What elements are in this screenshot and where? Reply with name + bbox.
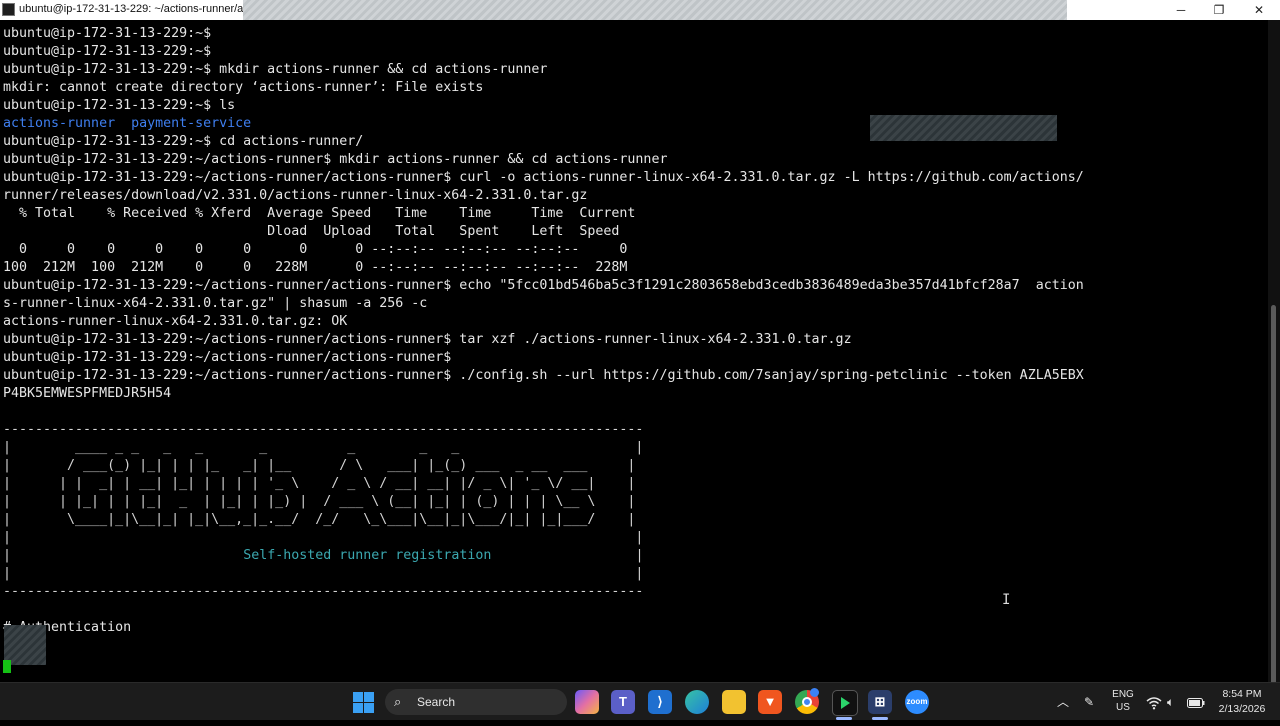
terminal-line: ubuntu@ip-172-31-13-229:~/actions-runner… (3, 332, 852, 347)
system-clock[interactable]: 8:54 PM 2/13/2026 (1212, 687, 1272, 725)
redacted-region (870, 115, 1057, 141)
terminal-app-icon[interactable] (832, 690, 858, 716)
file-explorer-icon[interactable] (722, 690, 746, 714)
banner-border: ----------------------------------------… (3, 584, 644, 599)
language-indicator[interactable]: ENG US (1108, 688, 1138, 726)
chevron-up-icon[interactable]: ︿ (1057, 683, 1069, 721)
restore-button[interactable]: ❐ (1200, 0, 1238, 20)
region-code: US (1116, 702, 1130, 713)
search-label: Search (417, 695, 456, 709)
banner-ascii-line: | / ___(_) |_| | | |_ _| |__ / \ ___| |_… (3, 458, 636, 473)
terminal-app-icon (2, 3, 15, 16)
directory-entry: payment-service (131, 116, 252, 131)
terminal-line: ubuntu@ip-172-31-13-229:~/actions-runner… (3, 368, 1084, 383)
banner-ascii-line: | | |_| | | |_| _ | |_| | |_) | / ___ \ … (3, 494, 636, 509)
directory-entry: actions-runner (3, 116, 116, 131)
terminal-line: ubuntu@ip-172-31-13-229:~/actions-runner… (3, 350, 452, 365)
banner-border: ----------------------------------------… (3, 422, 644, 437)
clock-time: 8:54 PM (1222, 688, 1262, 700)
minimize-button[interactable]: ─ (1162, 0, 1200, 20)
terminal-line: ubuntu@ip-172-31-13-229:~/actions-runner… (3, 170, 1084, 185)
banner-edge: | (3, 548, 12, 563)
copilot-icon[interactable] (575, 690, 599, 714)
banner-subtitle-line: | Self-hosted runner registration | (3, 547, 1084, 565)
terminal-line: mkdir: cannot create directory ‘actions-… (3, 80, 484, 95)
edge-browser-icon[interactable] (685, 690, 709, 714)
zoom-icon[interactable]: zoom (905, 690, 929, 714)
terminal-line: runner/releases/download/v2.331.0/action… (3, 188, 588, 203)
terminal-line: ubuntu@ip-172-31-13-229:~$ ls (3, 98, 236, 113)
vscode-icon[interactable]: ⟩ (648, 690, 672, 714)
banner-subtitle: Self-hosted runner registration (243, 548, 492, 563)
terminal-cursor (3, 660, 11, 673)
ibeam-cursor-icon: I (1002, 592, 1011, 608)
brave-browser-icon[interactable]: ▼ (758, 690, 782, 714)
teams-icon[interactable]: T (611, 690, 635, 714)
redacted-region (243, 0, 1067, 20)
language-code: ENG (1112, 689, 1134, 700)
taskbar: ⌕ Search T ⟩ ▼ ⊞ zoom ︿ ✎ ENG US 🔈︎ 8:54… (0, 682, 1280, 720)
terminal-line: Dload Upload Total Spent Left Speed (3, 224, 620, 239)
window-title: ubuntu@ip-172-31-13-229: ~/actions-runne… (19, 3, 243, 15)
terminal-line: ubuntu@ip-172-31-13-229:~/actions-runner… (3, 278, 1084, 293)
terminal-line: % Total % Received % Xferd Average Speed… (3, 206, 636, 221)
terminal-line: ubuntu@ip-172-31-13-229:~/actions-runner… (3, 152, 668, 167)
terminal-line: 0 0 0 0 0 0 0 0 --:--:-- --:--:-- --:--:… (3, 242, 628, 257)
banner-ascii-line: | ____ _ _ _ _ _ _ _ _ | (3, 440, 644, 455)
search-icon: ⌕ (394, 694, 402, 709)
terminal-line: s-runner-linux-x64-2.331.0.tar.gz" | sha… (3, 296, 428, 311)
scrollbar-thumb[interactable] (1271, 305, 1276, 685)
putty-icon[interactable]: ⊞ (868, 690, 892, 714)
terminal-line: ubuntu@ip-172-31-13-229:~$ (3, 44, 212, 59)
banner-ascii-line: | | (3, 530, 644, 545)
terminal-line: 100 212M 100 212M 0 0 228M 0 --:--:-- --… (3, 260, 628, 275)
taskbar-search-box[interactable]: ⌕ Search (385, 689, 567, 715)
clock-date: 2/13/2026 (1218, 703, 1266, 715)
notification-badge (810, 688, 819, 697)
banner-ascii-line: | | | _| | __| |_| | | | | '_ \ / _ \ / … (3, 476, 636, 491)
terminal-line: ubuntu@ip-172-31-13-229:~$ (3, 26, 212, 41)
banner-ascii-line: | \____|_|\__|_| |_|\__,_|_.__/ /_/ \_\_… (3, 512, 636, 527)
banner-ascii-line: | | (3, 566, 644, 581)
wifi-icon[interactable] (1146, 683, 1162, 721)
terminal-line: ubuntu@ip-172-31-13-229:~$ mkdir actions… (3, 62, 548, 77)
redacted-region (4, 625, 46, 665)
terminal-line: P4BK5EMWESPFMEDJR5H54 (3, 386, 172, 401)
volume-icon[interactable]: 🔈︎ (1167, 683, 1174, 721)
battery-icon[interactable] (1187, 683, 1205, 721)
pen-icon[interactable]: ✎ (1084, 683, 1094, 721)
terminal-output[interactable]: ubuntu@ip-172-31-13-229:~$ ubuntu@ip-172… (0, 20, 1268, 682)
windows-start-icon[interactable] (351, 690, 375, 714)
banner-edge: | (635, 548, 644, 563)
close-button[interactable]: ✕ (1240, 0, 1278, 20)
window-title-bar[interactable]: ubuntu@ip-172-31-13-229: ~/actions-runne… (0, 0, 1280, 20)
terminal-line: # Authentication (3, 620, 132, 635)
terminal-scrollbar[interactable] (1268, 20, 1280, 685)
terminal-line: actions-runner-linux-x64-2.331.0.tar.gz:… (3, 314, 348, 329)
